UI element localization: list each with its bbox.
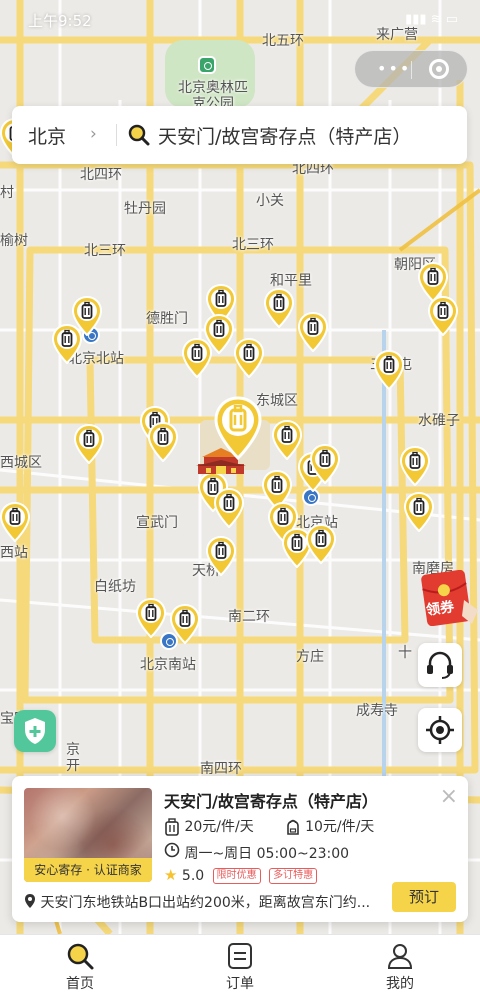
- map-label: 京开: [66, 742, 80, 774]
- map-label: 小关: [256, 193, 284, 209]
- store-card[interactable]: 安心寄存 · 认证商家 天安门/故宫寄存点（特产店） × 20元/件/天 10元…: [12, 776, 468, 922]
- tab-profile[interactable]: 我的: [360, 941, 440, 993]
- storage-location-pin[interactable]: [74, 424, 104, 464]
- storage-location-pin[interactable]: [428, 296, 458, 336]
- selected-location-pin[interactable]: [214, 396, 262, 460]
- chevron-right-icon[interactable]: ›: [90, 124, 97, 144]
- map-label: 北三环: [232, 237, 274, 253]
- storage-location-pin[interactable]: [206, 536, 236, 576]
- storage-location-pin[interactable]: [400, 446, 430, 486]
- suitcase-icon: [165, 818, 179, 836]
- more-options-button[interactable]: •••: [377, 59, 411, 78]
- map-label: 北京南站: [140, 657, 196, 673]
- map-label: 北三环: [84, 243, 126, 259]
- book-button[interactable]: 预订: [392, 882, 456, 912]
- clock-icon: [164, 842, 180, 858]
- tab-bar: 首页 订单 我的: [0, 934, 480, 999]
- map-label: 西城区: [0, 455, 42, 471]
- storage-location-pin[interactable]: [214, 488, 244, 528]
- search-icon: [67, 943, 94, 970]
- storage-location-pin[interactable]: [310, 444, 340, 484]
- certified-merchant-badge: 安心寄存 · 认证商家: [24, 858, 152, 882]
- city-selector[interactable]: 北京: [28, 122, 66, 149]
- map-label: 成寿寺: [356, 703, 398, 719]
- tab-label: 首页: [66, 976, 94, 992]
- tab-label: 订单: [226, 976, 254, 992]
- storage-location-pin[interactable]: [136, 598, 166, 638]
- promo-tag: 多订特惠: [269, 868, 318, 884]
- storage-location-pin[interactable]: [374, 350, 404, 390]
- storage-location-pin[interactable]: [52, 324, 82, 364]
- search-divider: [116, 124, 117, 146]
- price-row: 20元/件/天 10元/件/天: [164, 816, 374, 836]
- storage-location-pin[interactable]: [298, 312, 328, 352]
- headset-icon: [427, 651, 453, 679]
- map-label: 东城区: [256, 393, 298, 409]
- locate-me-button[interactable]: [418, 708, 462, 752]
- address-row: 天安门东地铁站B口出站约200米，距离故宫东门约...: [24, 892, 384, 913]
- coupon-button[interactable]: 领券: [420, 569, 480, 627]
- map-label: 村: [0, 185, 14, 201]
- map-label: 牡丹园: [124, 201, 166, 217]
- search-bar: 北京 › 天安门/故宫寄存点（特产店）: [12, 106, 467, 164]
- large-bag-price: 20元/件/天: [184, 819, 254, 835]
- map-label: 德胜门: [146, 311, 188, 327]
- map-label: 水碓子: [418, 413, 460, 429]
- map-label: 西站: [0, 545, 28, 561]
- tab-home[interactable]: 首页: [40, 941, 120, 993]
- user-icon: [387, 944, 413, 969]
- coupon-label: 领券: [425, 599, 456, 619]
- map-label: 北四环: [80, 167, 122, 183]
- status-bar: 上午9:52 ▮▮▮ ≋ ▭: [0, 0, 480, 40]
- shield-plus-icon: [25, 718, 45, 744]
- map-label: 榆树: [0, 233, 28, 249]
- search-icon[interactable]: [128, 124, 150, 146]
- park-icon: [198, 56, 216, 74]
- miniprogram-capsule: •••: [354, 50, 468, 88]
- storage-location-pin[interactable]: [306, 524, 336, 564]
- storage-location-pin[interactable]: [234, 338, 264, 378]
- order-icon: [228, 943, 252, 969]
- store-address: 天安门东地铁站B口出站约200米，距离故宫东门约...: [40, 895, 371, 911]
- promo-tag: 限时优惠: [212, 868, 261, 884]
- map-label: 南四环: [200, 761, 242, 777]
- search-input[interactable]: 天安门/故宫寄存点（特产店）: [158, 122, 411, 149]
- insurance-button[interactable]: [14, 710, 56, 752]
- status-time: 上午9:52: [28, 12, 92, 30]
- rating-value: 5.0: [181, 868, 205, 884]
- storage-location-pin[interactable]: [182, 338, 212, 378]
- storage-location-pin[interactable]: [170, 604, 200, 644]
- capsule-divider: [411, 61, 412, 79]
- rating-row: ★ 5.0 限时优惠 多订特惠: [164, 866, 318, 884]
- close-icon[interactable]: ×: [440, 784, 458, 809]
- tab-orders[interactable]: 订单: [200, 941, 280, 993]
- map-label: 南二环: [228, 609, 270, 625]
- storage-location-pin[interactable]: [264, 288, 294, 328]
- map-label: 宣武门: [136, 515, 178, 531]
- map-label: 十: [398, 645, 412, 661]
- map-label: 白纸坊: [94, 579, 136, 595]
- hours-row: 周一~周日 05:00~23:00: [164, 842, 349, 863]
- customer-service-button[interactable]: [418, 643, 462, 687]
- map-label: 方庄: [296, 649, 324, 665]
- tab-label: 我的: [386, 976, 414, 992]
- business-hours: 周一~周日 05:00~23:00: [184, 846, 350, 862]
- close-miniprogram-button[interactable]: [429, 59, 449, 79]
- star-icon: ★: [164, 866, 178, 884]
- store-title: 天安门/故宫寄存点（特产店）: [164, 792, 378, 811]
- storage-location-pin[interactable]: [0, 502, 30, 542]
- map-label: 和平里: [270, 273, 312, 289]
- small-bag-price: 10元/件/天: [305, 819, 375, 835]
- status-icons: ▮▮▮ ≋ ▭: [405, 12, 458, 27]
- storage-location-pin[interactable]: [148, 422, 178, 462]
- location-pin-icon: [24, 893, 36, 913]
- backpack-icon: [286, 819, 299, 835]
- crosshair-icon: [426, 716, 454, 744]
- storage-location-pin[interactable]: [404, 492, 434, 532]
